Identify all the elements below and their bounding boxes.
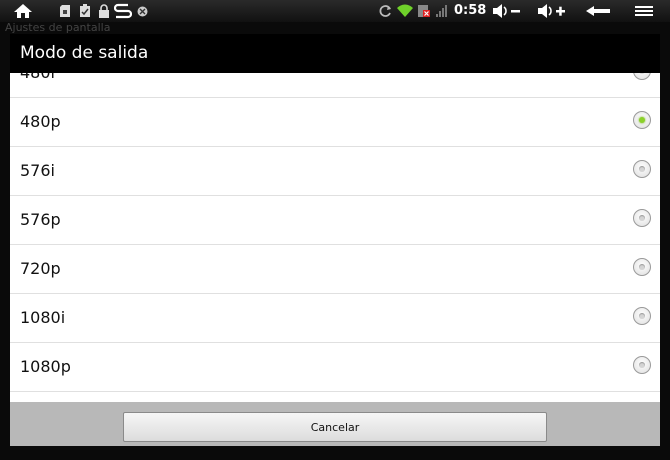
- home-icon[interactable]: [12, 3, 34, 19]
- radio-button[interactable]: [633, 160, 651, 178]
- dialog-title: Modo de salida: [10, 34, 660, 73]
- option-label: 1080i: [20, 308, 66, 327]
- option-label: 1080p: [20, 357, 71, 376]
- list-item[interactable]: 1080p: [10, 343, 660, 392]
- option-label: 480p: [20, 112, 61, 131]
- radio-button[interactable]: [633, 356, 651, 374]
- radio-button[interactable]: [633, 258, 651, 276]
- list-item[interactable]: 576p: [10, 196, 660, 245]
- close-circle-icon: [136, 3, 148, 19]
- lock-icon: [97, 3, 111, 19]
- list-item[interactable]: 1080i: [10, 294, 660, 343]
- radio-button[interactable]: [633, 307, 651, 325]
- list-item[interactable]: 480i: [10, 73, 660, 98]
- option-label: 480i: [20, 73, 55, 97]
- menu-icon[interactable]: [634, 3, 654, 19]
- option-label: 576i: [20, 161, 55, 180]
- output-mode-list[interactable]: 480i 480p 576i 576p 720p 1080i: [10, 73, 660, 402]
- radio-button[interactable]: [633, 73, 651, 80]
- volume-up-icon[interactable]: [537, 3, 567, 19]
- option-label: 720p: [20, 259, 61, 278]
- radio-button[interactable]: [633, 209, 651, 227]
- status-bar: 0:58: [0, 0, 670, 22]
- list-item[interactable]: 480p: [10, 98, 660, 147]
- sync-icon: [378, 3, 394, 19]
- output-mode-dialog: Modo de salida 480i 480p 576i 576p 720p: [10, 34, 660, 446]
- dialog-footer: Cancelar: [10, 402, 660, 446]
- clipboard-icon: [78, 3, 92, 19]
- cancel-button[interactable]: Cancelar: [123, 412, 547, 442]
- volume-down-icon[interactable]: [492, 3, 522, 19]
- back-icon[interactable]: [584, 3, 612, 19]
- option-label: 576p: [20, 210, 61, 229]
- sd-card-icon: [58, 3, 72, 19]
- signal-icon: [434, 3, 450, 19]
- list-item[interactable]: 576i: [10, 147, 660, 196]
- usb-icon: [114, 3, 132, 19]
- clock: 0:58: [454, 3, 487, 18]
- radio-button[interactable]: [633, 111, 651, 129]
- wifi-icon: [396, 3, 414, 19]
- background-screen-title: Ajustes de pantalla: [5, 21, 111, 34]
- no-sim-icon: [416, 3, 432, 19]
- list-item[interactable]: 720p: [10, 245, 660, 294]
